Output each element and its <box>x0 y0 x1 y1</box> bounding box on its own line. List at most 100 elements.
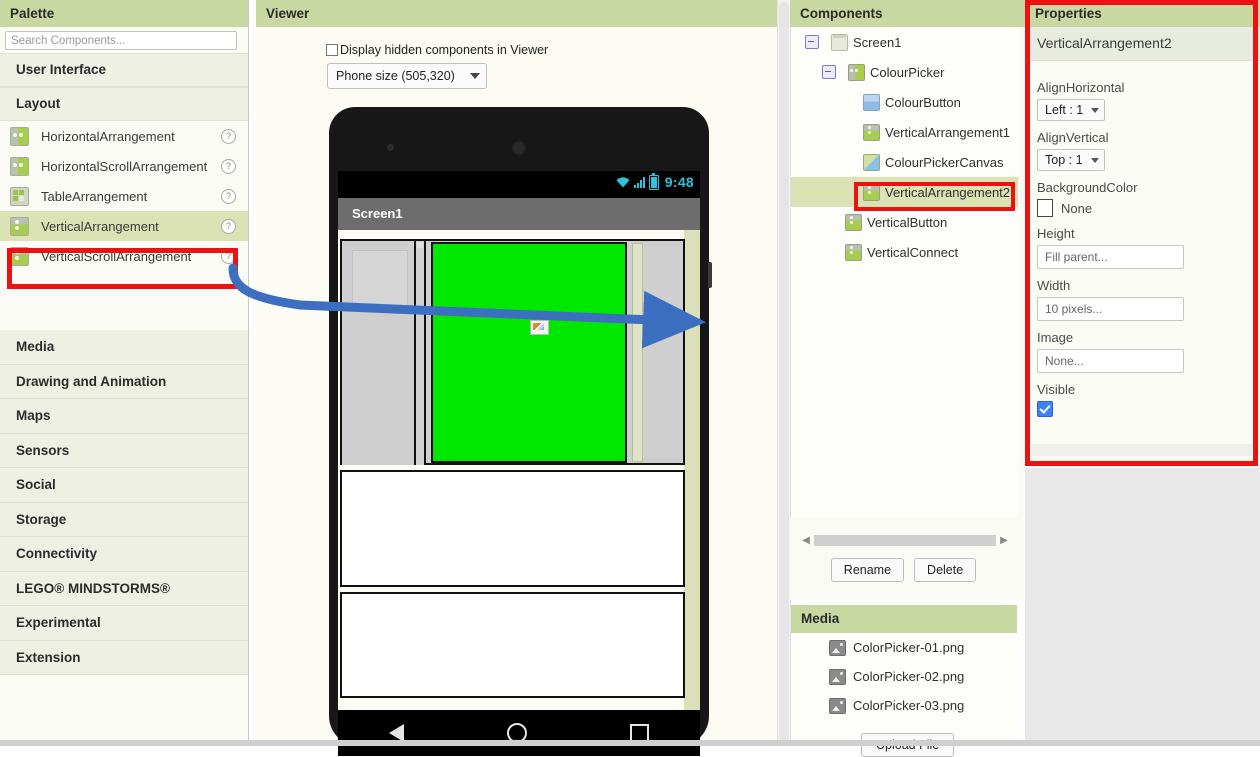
palette-category-drawing-and-animation[interactable]: Drawing and Animation <box>0 364 248 399</box>
palette-category-lego-mindstorms[interactable]: LEGO® MINDSTORMS® <box>0 571 248 606</box>
media-file-label: ColorPicker-02.png <box>853 669 965 684</box>
component-tree: Screen1 ColourPicker ColourButton Vertic… <box>790 27 1018 517</box>
display-hidden-components-row[interactable]: Display hidden components in Viewer <box>326 43 548 57</box>
alignvertical-value: Top : 1 <box>1045 153 1083 167</box>
viewer-verticalbutton[interactable] <box>340 470 685 587</box>
battery-icon <box>648 172 659 190</box>
delete-button[interactable]: Delete <box>914 558 977 582</box>
phone-size-select[interactable]: Phone size (505,320) <box>327 63 487 89</box>
help-icon[interactable]: ? <box>221 218 236 234</box>
palette-category-maps[interactable]: Maps <box>0 399 248 434</box>
tree-node-verticalbutton[interactable]: VerticalButton <box>791 207 1018 237</box>
palette-item-verticalarrangement[interactable]: VerticalArrangement ? <box>0 211 248 241</box>
viewer-vertical-scrollbar[interactable] <box>777 0 791 746</box>
alignvertical-select[interactable]: Top : 1 <box>1037 149 1105 171</box>
palette-item-tablearrangement[interactable]: TableArrangement ? <box>0 181 248 211</box>
components-title: Components <box>790 0 1025 27</box>
help-icon[interactable]: ? <box>221 248 236 264</box>
screen-title: Screen1 <box>352 206 403 221</box>
help-icon[interactable]: ? <box>221 128 236 144</box>
properties-bottom-bar <box>1031 444 1252 456</box>
viewer-verticalarrangement2[interactable] <box>632 243 643 462</box>
palette-item-label: HorizontalArrangement <box>41 128 175 144</box>
tree-node-colourpickercanvas[interactable]: ColourPickerCanvas <box>791 147 1018 177</box>
scroll-right-icon[interactable]: ▶ <box>998 533 1010 547</box>
alignhorizontal-select[interactable]: Left : 1 <box>1037 99 1106 121</box>
button-icon <box>863 93 880 111</box>
display-hidden-components-label: Display hidden components in Viewer <box>340 43 549 57</box>
vertical-arrangement-icon <box>10 216 29 236</box>
viewer-colourpicker-arrangement[interactable] <box>340 239 685 465</box>
chevron-down-icon <box>470 73 480 79</box>
media-file-label: ColorPicker-03.png <box>853 698 965 713</box>
wifi-icon <box>616 176 630 187</box>
viewer-verticalarrangement1[interactable] <box>414 241 426 465</box>
visible-checkbox[interactable] <box>1037 401 1053 417</box>
tree-node-colourpicker[interactable]: ColourPicker <box>791 57 1018 87</box>
phone-camera-icon <box>387 144 394 151</box>
palette-category-sensors[interactable]: Sensors <box>0 433 248 468</box>
tree-node-colourbutton[interactable]: ColourButton <box>791 87 1018 117</box>
collapse-toggle-icon[interactable] <box>822 65 836 79</box>
status-bar-icons: 9:48 <box>616 172 694 190</box>
viewer-colourpickercanvas[interactable] <box>431 242 627 463</box>
collapse-toggle-icon[interactable] <box>805 35 819 49</box>
viewer-colourbutton[interactable] <box>342 241 414 465</box>
palette-category-extension[interactable]: Extension <box>0 640 248 675</box>
display-hidden-components-checkbox[interactable] <box>326 44 338 56</box>
palette-item-horizontalscrollarrangement[interactable]: HorizontalScrollArrangement ? <box>0 151 248 181</box>
palette-item-verticalscrollarrangement[interactable]: VerticalScrollArrangement ? <box>0 241 248 271</box>
properties-fields: AlignHorizontal Left : 1 AlignVertical T… <box>1025 61 1258 456</box>
backgroundcolor-picker[interactable]: None <box>1037 199 1246 217</box>
form-right-padding <box>684 230 700 710</box>
palette-category-media[interactable]: Media <box>0 330 248 365</box>
android-nav-bar <box>338 710 700 756</box>
palette-item-horizontalarrangement[interactable]: HorizontalArrangement ? <box>0 121 248 151</box>
scroll-left-icon[interactable]: ◀ <box>800 533 812 547</box>
palette-category-storage[interactable]: Storage <box>0 502 248 537</box>
scroll-track[interactable] <box>814 534 996 546</box>
tree-node-label: VerticalArrangement1 <box>885 124 1011 140</box>
palette-category-experimental[interactable]: Experimental <box>0 606 248 641</box>
palette-category-connectivity[interactable]: Connectivity <box>0 537 248 572</box>
width-field[interactable]: 10 pixels... <box>1037 297 1184 321</box>
search-input[interactable] <box>5 31 237 50</box>
viewer-right-region <box>627 241 683 463</box>
height-field[interactable]: Fill parent... <box>1037 245 1184 269</box>
vertical-scroll-arrangement-icon <box>10 246 29 266</box>
viewer-verticalconnect[interactable] <box>340 592 685 698</box>
property-label-height: Height <box>1037 226 1075 241</box>
page-bottom-bar <box>0 740 1260 746</box>
media-file-item[interactable]: ColorPicker-02.png <box>791 662 1017 691</box>
tree-node-label: ColourPicker <box>870 64 945 80</box>
media-file-item[interactable]: ColorPicker-01.png <box>791 633 1017 662</box>
media-title: Media <box>791 605 1017 633</box>
viewer-scroll-thumb[interactable] <box>779 2 789 744</box>
screen-icon <box>831 33 848 51</box>
phone-speaker-icon <box>511 140 527 156</box>
tree-node-verticalarrangement2[interactable]: VerticalArrangement2 <box>791 177 1018 207</box>
image-field[interactable]: None... <box>1037 349 1184 373</box>
palette-category-social[interactable]: Social <box>0 468 248 503</box>
help-icon[interactable]: ? <box>221 158 236 174</box>
palette-category-user-interface[interactable]: User Interface <box>0 53 248 87</box>
media-file-item[interactable]: ColorPicker-03.png <box>791 691 1017 720</box>
horizontal-scroll-arrangement-icon <box>10 156 29 176</box>
status-bar-time: 9:48 <box>664 174 694 190</box>
viewer-colourbutton-inner <box>352 250 408 307</box>
tree-node-verticalconnect[interactable]: VerticalConnect <box>791 237 1018 267</box>
rename-button[interactable]: Rename <box>830 558 905 582</box>
palette-category-layout[interactable]: Layout <box>0 87 248 121</box>
tree-node-verticalarrangement1[interactable]: VerticalArrangement1 <box>791 117 1018 147</box>
tree-node-label: VerticalArrangement2 <box>885 184 1011 200</box>
phone-side-button <box>708 262 712 288</box>
property-label-width: Width <box>1037 278 1071 293</box>
tree-node-label: VerticalButton <box>867 214 948 230</box>
palette-search-wrapper <box>0 27 248 53</box>
properties-empty-area <box>1025 468 1260 746</box>
tree-node-screen1[interactable]: Screen1 <box>791 27 1018 57</box>
help-icon[interactable]: ? <box>221 188 236 204</box>
components-horizontal-scrollbar[interactable]: ◀ ▶ <box>800 532 1010 548</box>
property-label-alignvertical: AlignVertical <box>1037 130 1109 145</box>
tree-node-label: ColourPickerCanvas <box>885 154 1004 170</box>
